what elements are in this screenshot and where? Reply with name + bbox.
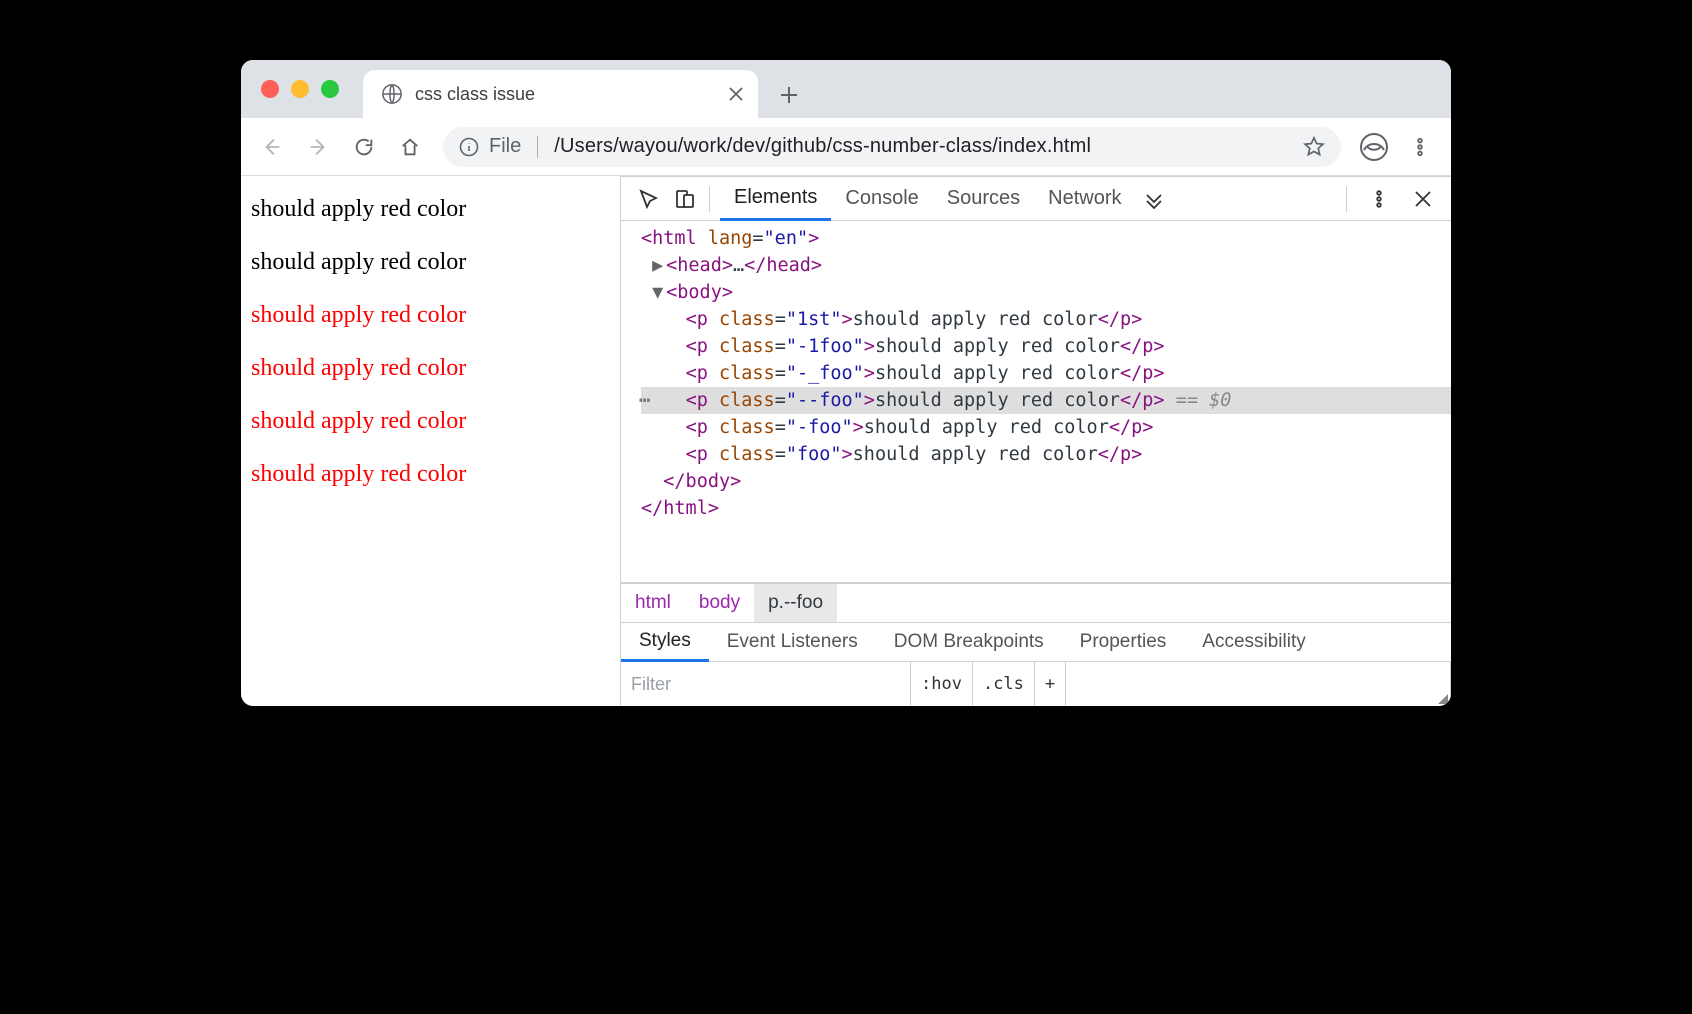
devtools-panel: ElementsConsoleSourcesNetwork <html lang… — [621, 176, 1451, 706]
browser-tab[interactable]: css class issue — [363, 70, 758, 118]
browser-window: css class issue File /Users/wayou/work/d… — [241, 60, 1451, 706]
devtools-separator — [709, 186, 710, 212]
dom-row[interactable]: <p class="-foo">should apply red color</… — [641, 414, 1451, 441]
dom-row[interactable]: </body> — [641, 468, 1451, 495]
dom-row[interactable]: <p class="-_foo">should apply red color<… — [641, 360, 1451, 387]
url-scheme: File — [489, 135, 521, 158]
dom-row[interactable]: <p class="--foo">should apply red color<… — [641, 387, 1451, 414]
close-tab-icon[interactable] — [728, 86, 744, 102]
styles-tab-styles[interactable]: Styles — [621, 622, 709, 662]
device-toolbar-icon[interactable] — [675, 189, 695, 209]
profile-button[interactable] — [1353, 126, 1395, 168]
new-style-rule-button[interactable]: + — [1035, 662, 1066, 706]
page-paragraph: should apply red color — [251, 249, 610, 276]
avatar-icon — [1360, 133, 1388, 161]
styles-tab-accessibility[interactable]: Accessibility — [1184, 622, 1323, 662]
devtools-tab-console[interactable]: Console — [831, 177, 932, 221]
styles-tab-properties[interactable]: Properties — [1062, 622, 1185, 662]
styles-tab-bar: StylesEvent ListenersDOM BreakpointsProp… — [621, 622, 1451, 662]
inspect-icon[interactable] — [639, 189, 659, 209]
page-info-icon[interactable] — [459, 137, 479, 157]
toolbar: File /Users/wayou/work/dev/github/css-nu… — [241, 118, 1451, 176]
dom-row[interactable]: <p class="foo">should apply red color</p… — [641, 441, 1451, 468]
maximize-window-button[interactable] — [321, 80, 339, 98]
new-tab-button[interactable] — [772, 78, 806, 112]
styles-filter-row: :hov .cls + — [621, 662, 1451, 706]
resize-handle[interactable] — [1438, 694, 1448, 704]
styles-tab-dom-breakpoints[interactable]: DOM Breakpoints — [876, 622, 1062, 662]
devtools-tab-network[interactable]: Network — [1034, 177, 1135, 221]
tab-title: css class issue — [415, 84, 716, 105]
breadcrumb-bar: htmlbodyp.--foo — [621, 582, 1451, 622]
dom-row[interactable]: <p class="-1foo">should apply red color<… — [641, 333, 1451, 360]
page-paragraph: should apply red color — [251, 302, 610, 329]
devtools-close-icon[interactable] — [1413, 189, 1433, 209]
back-button[interactable] — [251, 126, 293, 168]
content-area: should apply red color should apply red c… — [241, 176, 1451, 706]
kebab-icon — [1409, 136, 1431, 158]
forward-button[interactable] — [297, 126, 339, 168]
styles-filter-input[interactable] — [621, 662, 911, 706]
globe-icon — [381, 83, 403, 105]
bookmark-star-icon[interactable] — [1303, 136, 1325, 158]
breadcrumb-item[interactable]: body — [685, 584, 754, 622]
page-paragraph: should apply red color — [251, 355, 610, 382]
cls-toggle[interactable]: .cls — [973, 662, 1035, 706]
devtools-tab-bar: ElementsConsoleSourcesNetwork — [621, 177, 1451, 221]
page-paragraph: should apply red color — [251, 196, 610, 223]
page-paragraph: should apply red color — [251, 408, 610, 435]
dom-row[interactable]: ▶<head>…</head> — [641, 252, 1451, 279]
devtools-tab-sources[interactable]: Sources — [933, 177, 1034, 221]
breadcrumb-item[interactable]: p.--foo — [754, 584, 837, 622]
styles-tab-event-listeners[interactable]: Event Listeners — [709, 622, 876, 662]
dom-row[interactable]: </html> — [641, 495, 1451, 522]
dom-row[interactable]: <p class="1st">should apply red color</p… — [641, 306, 1451, 333]
devtools-tab-elements[interactable]: Elements — [720, 177, 831, 221]
close-window-button[interactable] — [261, 80, 279, 98]
page-paragraph: should apply red color — [251, 461, 610, 488]
home-icon — [399, 136, 421, 158]
hov-toggle[interactable]: :hov — [911, 662, 973, 706]
dom-tree[interactable]: <html lang="en"> ▶<head>…</head> ▼<body>… — [621, 221, 1451, 582]
dom-row[interactable]: <html lang="en"> — [641, 225, 1451, 252]
reload-button[interactable] — [343, 126, 385, 168]
dom-row[interactable]: ▼<body> — [641, 279, 1451, 306]
window-controls — [261, 80, 339, 98]
home-button[interactable] — [389, 126, 431, 168]
overflow-icon[interactable] — [1144, 189, 1164, 209]
reload-icon — [353, 136, 375, 158]
titlebar: css class issue — [241, 60, 1451, 118]
devtools-menu-icon[interactable] — [1369, 189, 1389, 209]
omnibox[interactable]: File /Users/wayou/work/dev/github/css-nu… — [443, 127, 1341, 167]
arrow-right-icon — [307, 136, 329, 158]
arrow-left-icon — [261, 136, 283, 158]
styles-body — [1066, 662, 1451, 706]
rendered-page: should apply red color should apply red c… — [241, 176, 621, 706]
breadcrumb-item[interactable]: html — [621, 584, 685, 622]
url-path: /Users/wayou/work/dev/github/css-number-… — [554, 135, 1091, 158]
chrome-menu-button[interactable] — [1399, 126, 1441, 168]
omnibox-separator — [537, 136, 538, 158]
plus-icon — [780, 86, 798, 104]
minimize-window-button[interactable] — [291, 80, 309, 98]
